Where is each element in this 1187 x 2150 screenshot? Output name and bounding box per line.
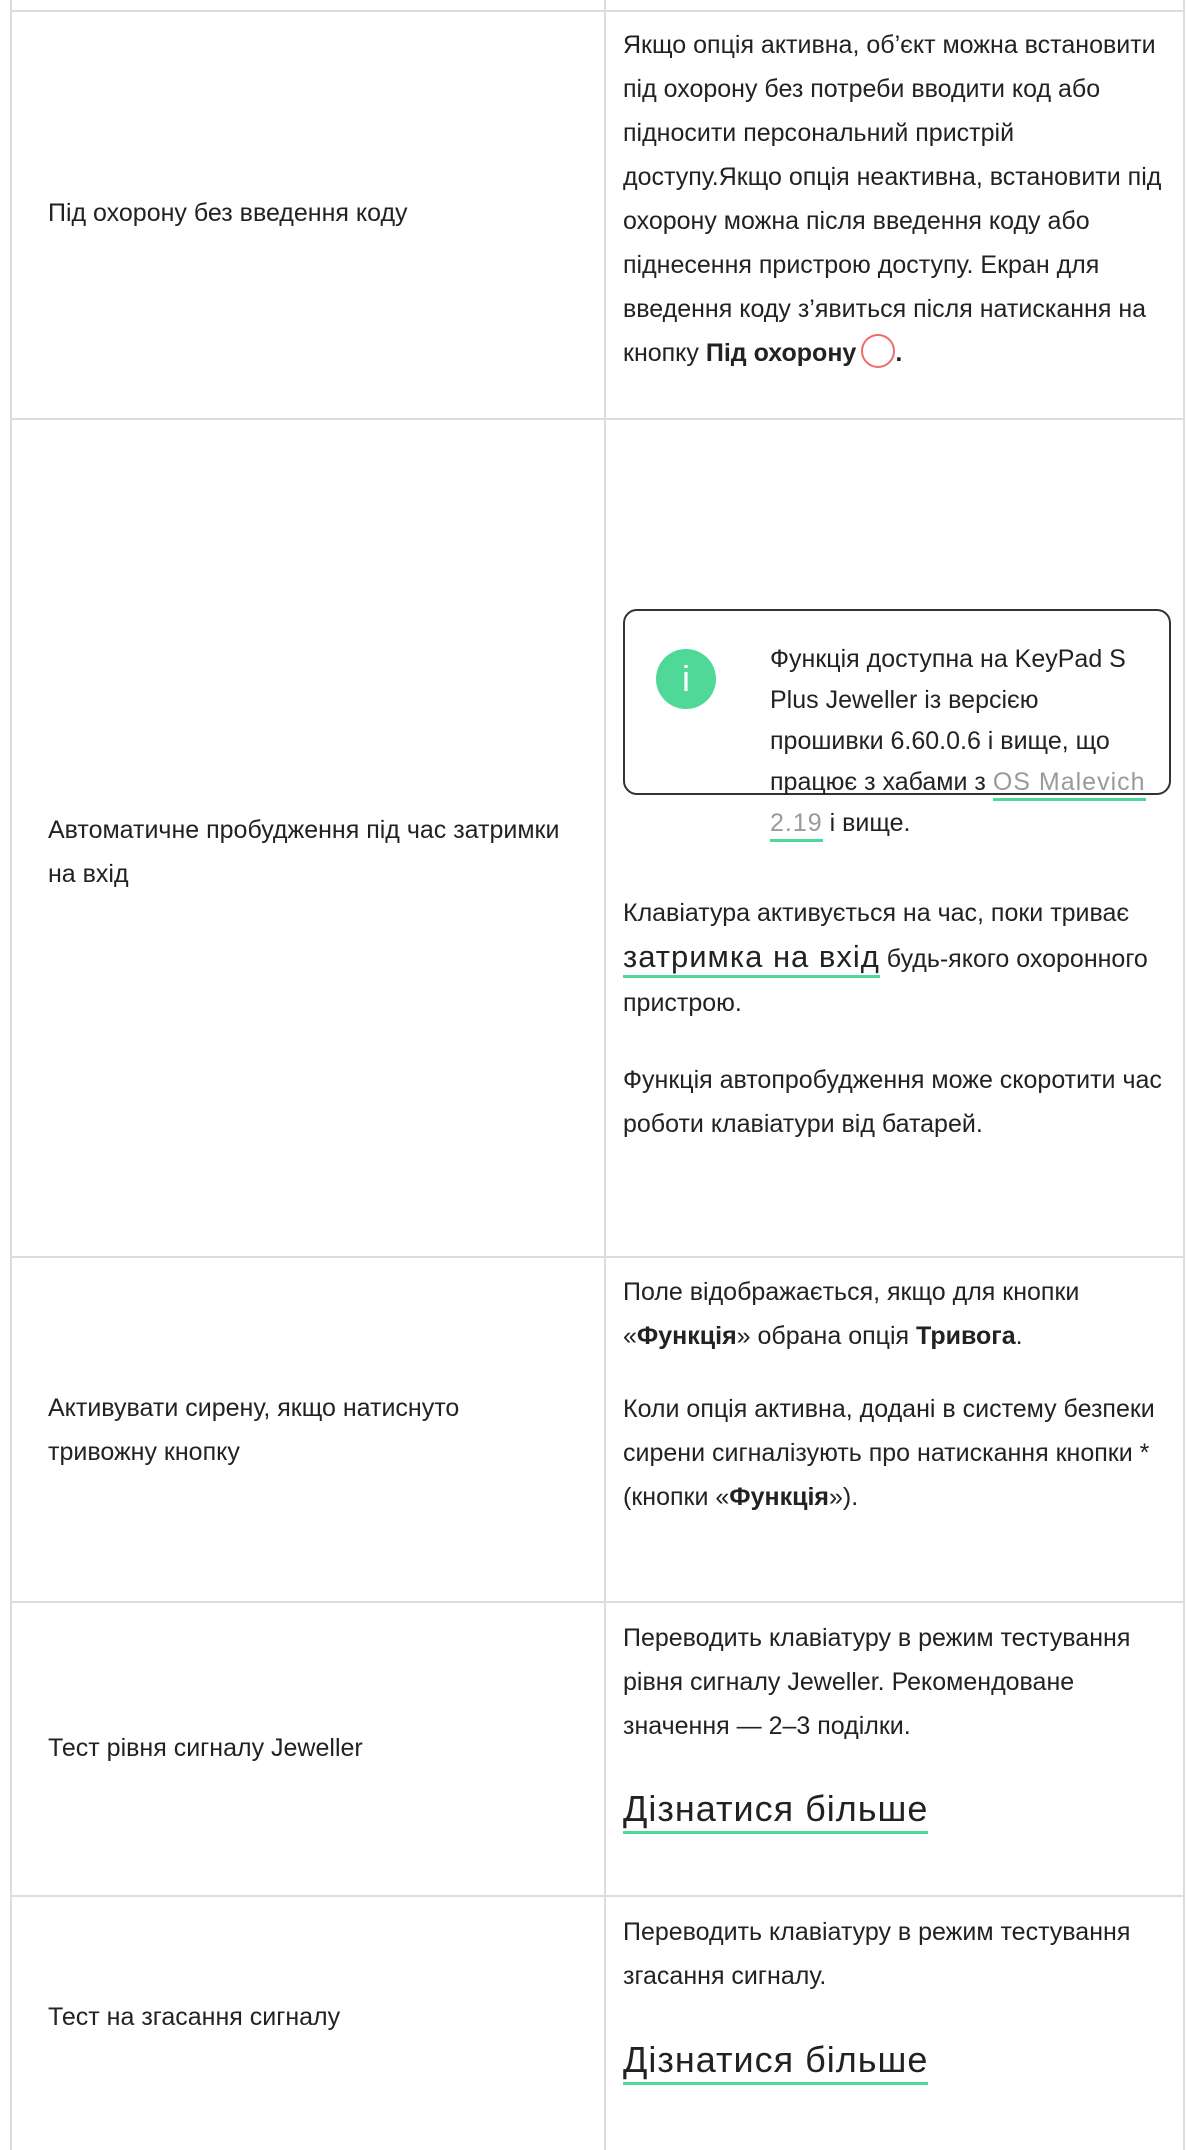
info-note-text: Функція доступна на KeyPad S Plus Jewell… — [770, 639, 1150, 844]
row-divider — [10, 10, 1185, 12]
setting-label-attenuation-test: Тест на згасання сигналу — [48, 2003, 341, 2031]
setting-desc-attenuation-test: Переводить клавіатуру в режим тестування… — [623, 1918, 1131, 1990]
function-label: Функція — [729, 1483, 830, 1511]
setting-label-arm-without-code: Під охорону без введення коду — [48, 199, 408, 227]
table-border-left — [10, 0, 12, 2150]
learn-more-link-attenuation[interactable]: Дізнатися більше — [623, 2038, 929, 2085]
entry-delay-link[interactable]: затримка на вхід — [623, 939, 880, 978]
table-column-divider — [604, 0, 606, 2150]
settings-table: Під охорону без введення коду Якщо опція… — [0, 0, 1187, 2150]
note-text-after: і вище. — [822, 809, 911, 837]
info-note: i Функція доступна на KeyPad S Plus Jewe… — [623, 609, 1171, 842]
row-divider — [10, 1601, 1185, 1603]
setting-label-signal-strength-test: Тест рівня сигналу Jeweller — [48, 1734, 363, 1762]
function-label: Функція — [636, 1322, 737, 1350]
learn-more-link-signal-strength[interactable]: Дізнатися більше — [623, 1787, 929, 1834]
row-divider — [10, 1895, 1185, 1897]
setting-label-auto-wake: Автоматичне пробудження під час затримки… — [48, 816, 560, 888]
alarm-label: Тривога — [916, 1322, 1016, 1350]
row-divider — [10, 1256, 1185, 1258]
desc-text: Клавіатура активується на час, поки трив… — [623, 899, 1130, 927]
desc-text: Якщо опція активна, об’єкт можна встанов… — [623, 31, 1162, 367]
arm-circle-icon — [861, 334, 896, 368]
table-border-right — [1183, 0, 1185, 2150]
desc-paragraph: Функція автопробудження може скоротити ч… — [623, 1066, 1162, 1138]
arm-button-label: Під охорону — [705, 339, 857, 367]
row-divider — [10, 418, 1185, 420]
setting-desc-auto-wake: Клавіатура активується на час, поки трив… — [623, 891, 1178, 1146]
setting-desc-signal-strength-test: Переводить клавіатуру в режим тестування… — [623, 1624, 1131, 1740]
setting-label-siren-on-panic: Активувати сирену, якщо натиснуто тривож… — [48, 1394, 460, 1466]
desc-paragraph: Клавіатура активується на час, поки трив… — [623, 891, 1178, 1025]
desc-end: . — [895, 339, 903, 367]
setting-desc-siren-on-panic: Поле відображається, якщо для кнопки «Фу… — [623, 1270, 1178, 1519]
desc-text: »). — [829, 1483, 859, 1511]
desc-paragraph: Коли опція активна, додані в систему без… — [623, 1387, 1178, 1519]
desc-text: . — [1015, 1322, 1023, 1350]
info-icon: i — [656, 649, 716, 709]
desc-text: » обрана опція — [736, 1322, 917, 1350]
setting-desc-arm-without-code: Якщо опція активна, об’єкт можна встанов… — [623, 23, 1178, 375]
desc-paragraph: Поле відображається, якщо для кнопки «Фу… — [623, 1270, 1178, 1358]
desc-text: Коли опція активна, додані в систему без… — [623, 1395, 1155, 1511]
